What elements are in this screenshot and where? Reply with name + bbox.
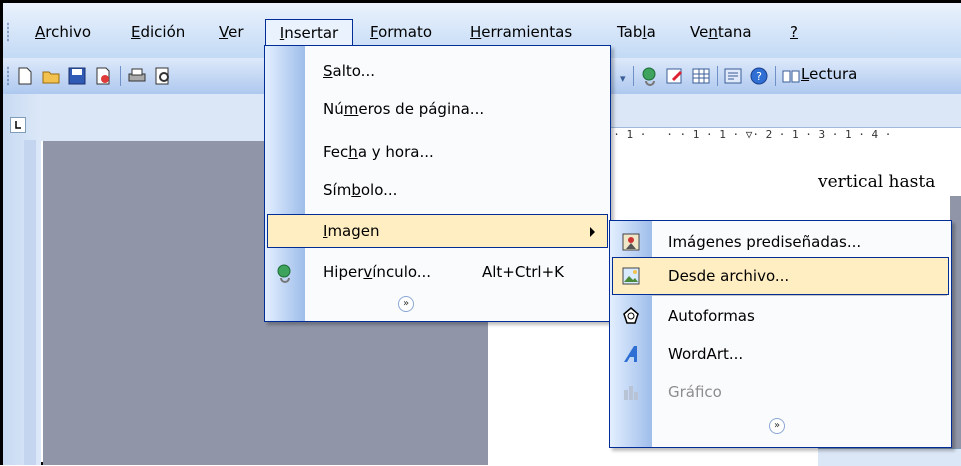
submenu-separator bbox=[652, 295, 947, 296]
tables-borders-icon[interactable] bbox=[665, 66, 685, 86]
dropdown-arrow-icon[interactable]: ▾ bbox=[620, 72, 626, 85]
background-panel-edge bbox=[818, 448, 961, 466]
svg-text:?: ? bbox=[756, 70, 762, 83]
print-preview-icon[interactable] bbox=[153, 66, 173, 86]
menu-item-label: Fecha y hora... bbox=[323, 143, 434, 161]
autoshapes-icon bbox=[623, 307, 639, 324]
menu-insertar[interactable]: Insertar bbox=[265, 19, 353, 45]
menu-edicion[interactable]: Edición bbox=[129, 19, 187, 45]
menu-ayuda[interactable]: ? bbox=[788, 19, 800, 45]
insertar-dropdown-menu: Salto... Números de página... Fecha y ho… bbox=[264, 45, 611, 322]
help-icon[interactable]: ? bbox=[749, 66, 769, 86]
menu-item-numeros-pagina[interactable]: Números de página... bbox=[267, 92, 608, 126]
document-map-icon[interactable] bbox=[723, 66, 743, 86]
submenu-item-autoformas[interactable]: Autoformas bbox=[612, 297, 949, 335]
menu-item-fecha-hora[interactable]: Fecha y hora... bbox=[267, 135, 608, 169]
print-icon[interactable] bbox=[127, 66, 147, 86]
toolbar-separator bbox=[717, 66, 718, 86]
menu-tabla[interactable]: Tabla bbox=[615, 19, 658, 45]
menu-archivo[interactable]: Archivo bbox=[33, 19, 93, 45]
insert-table-icon[interactable] bbox=[691, 66, 711, 86]
reading-layout-button[interactable]: Lectura bbox=[801, 65, 857, 83]
toolbar-grip[interactable] bbox=[7, 66, 9, 86]
hyperlink-globe-icon[interactable] bbox=[640, 66, 660, 86]
menu-item-salto[interactable]: Salto... bbox=[267, 54, 608, 88]
reading-layout-icon[interactable] bbox=[781, 66, 801, 86]
imagen-submenu: Imágenes prediseñadas... Desde archivo..… bbox=[609, 220, 952, 448]
tab-stop-icon bbox=[15, 121, 21, 129]
menu-ventana[interactable]: Ventana bbox=[688, 19, 754, 45]
hyperlink-shortcut: Alt+Ctrl+K bbox=[482, 263, 564, 281]
permission-icon[interactable] bbox=[93, 66, 113, 86]
wordart-icon bbox=[624, 346, 637, 362]
menu-ver[interactable]: Ver bbox=[217, 19, 246, 45]
open-folder-icon[interactable] bbox=[41, 66, 61, 86]
submenu-item-imagenes-predisenadas[interactable]: Imágenes prediseñadas... bbox=[612, 223, 949, 261]
expand-menu-chevron-icon[interactable]: » bbox=[398, 296, 414, 312]
menu-item-label: Números de página... bbox=[323, 100, 485, 118]
menu-item-label: Imagen bbox=[323, 222, 380, 240]
menu-item-label: Imágenes prediseñadas... bbox=[668, 233, 862, 251]
submenu-item-grafico[interactable]: Gráfico bbox=[612, 373, 949, 411]
chart-icon bbox=[624, 386, 638, 400]
menu-item-label: Hipervínculo... bbox=[323, 263, 432, 281]
toolbar-separator bbox=[120, 66, 121, 86]
clip-art-icon bbox=[622, 233, 640, 251]
new-document-icon[interactable] bbox=[15, 66, 35, 86]
ruler-ticks: 1 · 1 · · · 1 · 1 · ▽· 2 · 1 · 3 · 1 · 4… bbox=[600, 128, 892, 141]
save-icon[interactable] bbox=[67, 66, 87, 86]
menu-item-label: WordArt... bbox=[668, 345, 744, 363]
picture-from-file-icon bbox=[622, 267, 640, 285]
expand-submenu-chevron-icon[interactable]: » bbox=[769, 418, 785, 434]
menu-item-label: Salto... bbox=[323, 62, 375, 80]
submenu-item-desde-archivo[interactable]: Desde archivo... bbox=[612, 257, 949, 295]
document-text: vertical hasta bbox=[818, 172, 936, 192]
submenu-item-wordart[interactable]: WordArt... bbox=[612, 335, 949, 373]
hyperlink-globe-icon bbox=[277, 264, 291, 283]
menu-item-label: Desde archivo... bbox=[668, 267, 790, 285]
menu-item-label: Símbolo... bbox=[323, 181, 398, 199]
tab-selector-button[interactable] bbox=[10, 117, 26, 133]
menu-item-imagen[interactable]: Imagen bbox=[267, 214, 608, 248]
menu-formato[interactable]: Formato bbox=[368, 19, 434, 45]
submenu-arrow-icon bbox=[590, 227, 595, 237]
menu-item-label: Gráfico bbox=[668, 383, 722, 401]
horizontal-ruler[interactable]: 1 · 1 · · · 1 · 1 · ▽· 2 · 1 · 3 · 1 · 4… bbox=[600, 127, 961, 142]
menu-item-simbolo[interactable]: Símbolo... bbox=[267, 173, 608, 207]
menu-item-hipervinculo[interactable]: Hipervínculo... Alt+Ctrl+K bbox=[267, 255, 608, 289]
toolbar-separator bbox=[775, 66, 776, 86]
menu-herramientas[interactable]: Herramientas bbox=[468, 19, 574, 45]
vertical-ruler[interactable] bbox=[24, 140, 36, 465]
menu-item-label: Autoformas bbox=[668, 307, 755, 325]
menubar-grip[interactable] bbox=[7, 22, 9, 42]
toolbar-separator bbox=[633, 66, 634, 86]
